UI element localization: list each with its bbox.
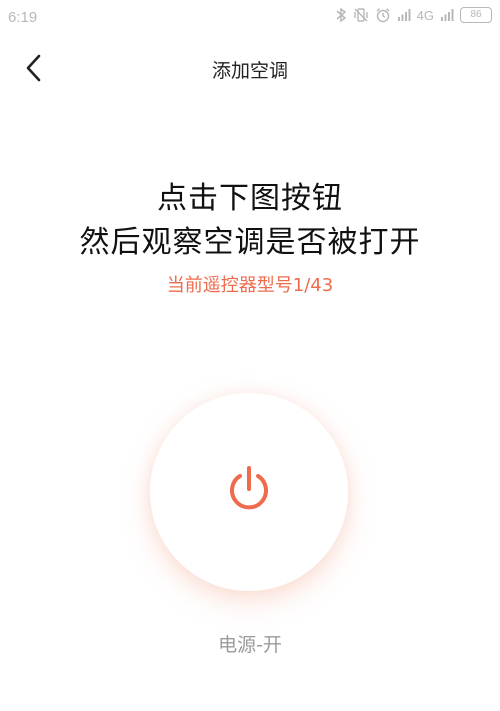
add-ac-screen: 6:19 4G 86 添加空调 点击下图按钮 然后观察空调是否被打开 当前遥控器… xyxy=(0,0,500,711)
status-time: 6:19 xyxy=(8,9,38,26)
remote-model-counter: 当前遥控器型号1/43 xyxy=(166,275,334,296)
battery-indicator: 86 xyxy=(460,7,492,23)
vibrate-icon xyxy=(353,7,369,23)
page-title: 添加空调 xyxy=(211,60,288,82)
status-icons: 4G 86 xyxy=(335,7,492,23)
signal-icon xyxy=(397,8,411,22)
bluetooth-icon xyxy=(335,7,347,23)
alarm-icon xyxy=(375,7,391,23)
status-bar: 6:19 4G 86 xyxy=(0,0,500,36)
instruction-line-2: 然后观察空调是否被打开 xyxy=(79,225,421,260)
network-type: 4G xyxy=(416,7,434,23)
power-button[interactable] xyxy=(150,393,348,591)
power-caption: 电源-开 xyxy=(218,634,282,656)
header: 添加空调 xyxy=(0,44,500,94)
signal-icon-2 xyxy=(440,8,454,22)
instruction-line-1: 点击下图按钮 xyxy=(157,181,343,216)
power-icon xyxy=(225,465,273,519)
